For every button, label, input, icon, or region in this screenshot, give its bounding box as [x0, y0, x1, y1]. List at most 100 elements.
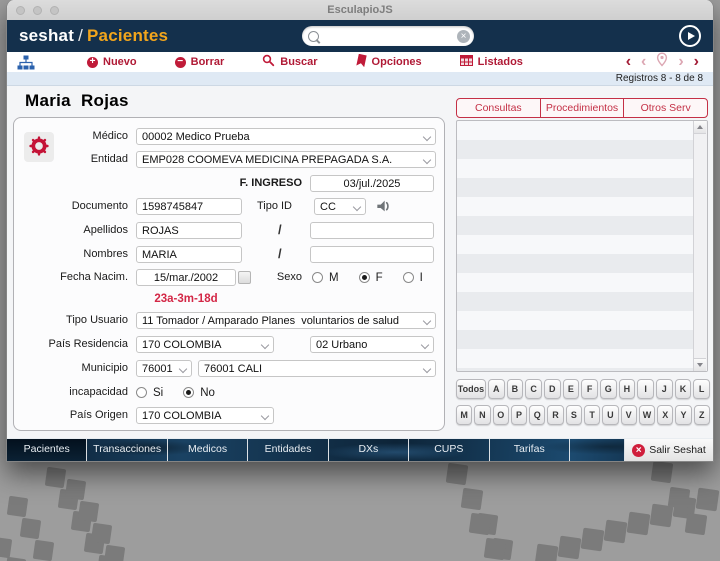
letter-button-l[interactable]: L: [693, 379, 710, 399]
letter-button-g[interactable]: G: [599, 379, 617, 399]
brand-name: seshat: [19, 26, 75, 45]
pais-residencia-select[interactable]: 170 COLOMBIA: [136, 336, 274, 353]
tab-otros-serv[interactable]: Otros Serv: [623, 99, 707, 117]
listados-button[interactable]: Listados: [459, 55, 523, 69]
fecha-nacim-input[interactable]: [136, 269, 236, 286]
letter-button-r[interactable]: R: [547, 405, 564, 425]
buscar-button[interactable]: Buscar: [262, 54, 318, 70]
desktop-pattern-square: [580, 527, 605, 552]
letter-button-a[interactable]: A: [487, 379, 505, 399]
sitemap-icon[interactable]: [17, 55, 35, 70]
letter-button-c[interactable]: C: [525, 379, 542, 399]
letter-button-t[interactable]: T: [583, 405, 601, 425]
letter-button-v[interactable]: V: [620, 405, 637, 425]
window-titlebar: EsculapioJS: [7, 0, 713, 20]
toolbar: + Nuevo − Borrar Buscar Opciones Listado…: [7, 52, 713, 72]
pais-origen-select[interactable]: 170 COLOMBIA: [136, 407, 274, 424]
letter-button-o[interactable]: O: [492, 405, 509, 425]
opciones-button[interactable]: Opciones: [355, 53, 422, 70]
apellidos-input[interactable]: [136, 222, 242, 239]
nombre2-input[interactable]: [310, 246, 434, 263]
municipio-code-select[interactable]: 76001: [136, 360, 192, 377]
sexo-i-radio[interactable]: [402, 272, 414, 283]
scroll-up-icon[interactable]: [694, 121, 706, 134]
sexo-m-radio[interactable]: [312, 272, 323, 283]
letter-button-d[interactable]: D: [543, 379, 561, 399]
letter-button-b[interactable]: B: [506, 379, 524, 399]
search-box[interactable]: ×: [302, 26, 474, 46]
letter-button-f[interactable]: F: [581, 379, 598, 399]
scroll-down-icon[interactable]: [694, 358, 706, 371]
sexo-f-radio[interactable]: [358, 272, 370, 283]
letter-button-y[interactable]: Y: [675, 405, 692, 425]
chevron-down-icon: [178, 364, 188, 374]
letter-button-todos[interactable]: Todos: [456, 379, 486, 399]
municipio-label: Municipio: [81, 362, 128, 374]
letter-button-k[interactable]: K: [674, 379, 692, 399]
zona-select[interactable]: 02 Urbano: [310, 336, 434, 353]
nav-tab-transacciones[interactable]: Transacciones: [87, 439, 168, 461]
letter-button-z[interactable]: Z: [693, 405, 710, 425]
f-ingreso-input[interactable]: [310, 175, 434, 192]
f-ingreso-label: F. INGRESO: [239, 177, 302, 189]
desktop-pattern-square: [4, 556, 27, 561]
tipo-id-select[interactable]: CC: [314, 198, 366, 215]
exit-button[interactable]: × Salir Seshat: [625, 439, 713, 461]
nav-tab-medicos[interactable]: Medicos: [168, 439, 249, 461]
first-record-button[interactable]: ‹: [626, 53, 631, 71]
tipo-usuario-select[interactable]: 11 Tomador / Amparado Planes voluntarios…: [136, 312, 436, 329]
municipio-select[interactable]: 76001 CALI: [198, 360, 436, 377]
medico-select[interactable]: 00002 Medico Prueba: [136, 128, 436, 145]
desktop-pattern-square: [19, 517, 42, 540]
incapacidad-si-radio[interactable]: [136, 387, 147, 398]
nav-tab-cups[interactable]: CUPS: [409, 439, 490, 461]
list-scrollbar[interactable]: [693, 121, 707, 371]
letter-button-h[interactable]: H: [618, 379, 636, 399]
letter-button-p[interactable]: P: [510, 405, 528, 425]
nav-tab-tarifas[interactable]: Tarifas: [490, 439, 570, 461]
page-title: Pacientes: [87, 26, 169, 45]
sexo-radio-group: M F I: [312, 269, 423, 286]
letter-button-e[interactable]: E: [562, 379, 580, 399]
nav-tab-dxs[interactable]: DXs: [329, 439, 410, 461]
desktop-pattern-square: [603, 519, 628, 544]
close-icon: ×: [632, 443, 646, 457]
magnifier-icon: [262, 54, 275, 70]
locate-record-pin-icon[interactable]: [656, 52, 668, 72]
record-navigation: ‹ ‹ › ›: [626, 52, 713, 72]
desktop-pattern-square: [468, 512, 492, 536]
letter-button-s[interactable]: S: [565, 405, 582, 425]
nombres-label: Nombres: [83, 248, 128, 260]
desktop-pattern-square: [460, 487, 484, 511]
letter-button-n[interactable]: N: [474, 405, 491, 425]
letter-filter-row-2: MNOPQRSTUVWXYZ: [456, 405, 710, 425]
tab-procedimientos[interactable]: Procedimientos: [539, 99, 624, 117]
clear-search-icon[interactable]: ×: [457, 29, 470, 43]
letter-button-q[interactable]: Q: [529, 405, 546, 425]
next-record-button[interactable]: ›: [678, 53, 683, 71]
tab-consultas[interactable]: Consultas: [457, 99, 540, 117]
apellido2-input[interactable]: [310, 222, 434, 239]
letter-button-i[interactable]: I: [637, 379, 654, 399]
last-record-button[interactable]: ›: [694, 53, 699, 71]
letter-button-w[interactable]: W: [638, 405, 656, 425]
speaker-icon[interactable]: [376, 199, 392, 218]
letter-button-x[interactable]: X: [657, 405, 674, 425]
entidad-select[interactable]: EMP028 COOMEVA MEDICINA PREPAGADA S.A.: [136, 151, 436, 168]
nuevo-button[interactable]: + Nuevo: [87, 56, 137, 68]
incapacidad-no-radio[interactable]: [183, 387, 195, 398]
borrar-button[interactable]: − Borrar: [174, 56, 224, 68]
previous-record-button[interactable]: ‹: [641, 53, 646, 71]
nav-tab-entidades[interactable]: Entidades: [248, 439, 329, 461]
chevron-down-icon: [260, 411, 270, 421]
play-button[interactable]: [679, 25, 701, 47]
services-list[interactable]: [456, 120, 708, 372]
nav-tab-pacientes[interactable]: Pacientes: [7, 439, 88, 461]
letter-button-u[interactable]: U: [602, 405, 619, 425]
medico-label: Médico: [92, 130, 128, 142]
nombres-input[interactable]: [136, 246, 242, 263]
letter-button-m[interactable]: M: [456, 405, 473, 425]
search-input[interactable]: [319, 30, 457, 42]
nombres-separator: /: [278, 246, 282, 261]
letter-button-j[interactable]: J: [655, 379, 673, 399]
